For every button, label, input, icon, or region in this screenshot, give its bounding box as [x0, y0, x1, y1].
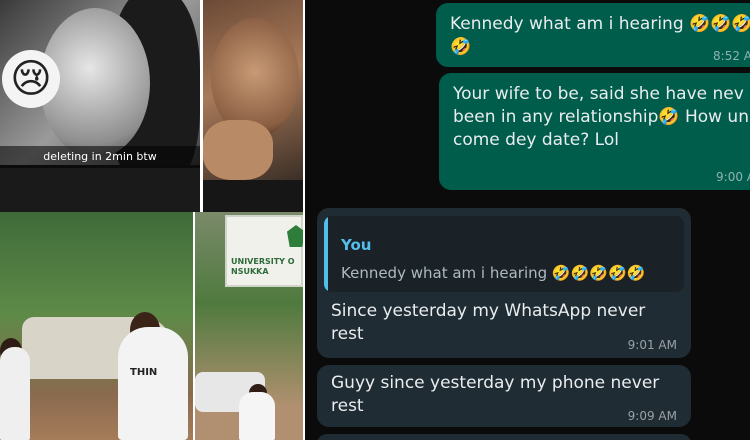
man-white-shirt — [118, 327, 188, 440]
message-text: Your wife to be, said she have nev been … — [453, 84, 750, 150]
message-text: Kennedy what am i hearing 🤣🤣🤣🤣 — [450, 14, 750, 57]
message-time: 9:01 AM — [627, 338, 677, 352]
incoming-message-partial[interactable] — [317, 434, 691, 440]
message-time: 8:52 A — [713, 49, 750, 63]
outgoing-message[interactable]: Your wife to be, said she have nev been … — [439, 73, 750, 190]
outgoing-message[interactable]: Kennedy what am i hearing 🤣🤣🤣🤣 8:52 A — [436, 3, 750, 67]
quote-accent-bar — [324, 216, 328, 292]
woman-white-top — [0, 347, 30, 440]
quote-author: You — [341, 236, 372, 254]
shirt-text: THIN — [130, 367, 158, 378]
incoming-message[interactable]: Guyy since yesterday my phone never rest… — [317, 365, 691, 427]
person — [239, 392, 275, 440]
sign-text: UNIVERSITY O NSUKKA — [231, 257, 295, 276]
video-call-photo — [203, 0, 303, 212]
chat-conversation[interactable]: Kennedy what am i hearing 🤣🤣🤣🤣 8:52 A Yo… — [305, 0, 750, 440]
university-sign-photo: UNIVERSITY O NSUKKA — [195, 212, 303, 440]
outdoor-couple-photo: THIN — [0, 212, 193, 440]
incoming-message-with-reply[interactable]: You Kennedy what am i hearing 🤣🤣🤣🤣🤣 Sinc… — [317, 208, 691, 358]
quoted-message[interactable]: You Kennedy what am i hearing 🤣🤣🤣🤣🤣 — [324, 216, 684, 292]
sad-face-sticker: 😢 — [2, 50, 60, 108]
quote-text: Kennedy what am i hearing 🤣🤣🤣🤣🤣 — [341, 264, 646, 282]
screenshot-root: 😢 deleting in 2min btw THIN UNIVERSITY O… — [0, 0, 750, 440]
snap-caption: deleting in 2min btw — [0, 146, 200, 168]
university-sign: UNIVERSITY O NSUKKA — [225, 215, 303, 287]
university-crest-icon — [287, 225, 303, 247]
message-time: 9:00 A — [716, 170, 750, 184]
message-time: 9:09 AM — [627, 409, 677, 423]
selfie-photo-bw: 😢 deleting in 2min btw — [0, 0, 200, 212]
